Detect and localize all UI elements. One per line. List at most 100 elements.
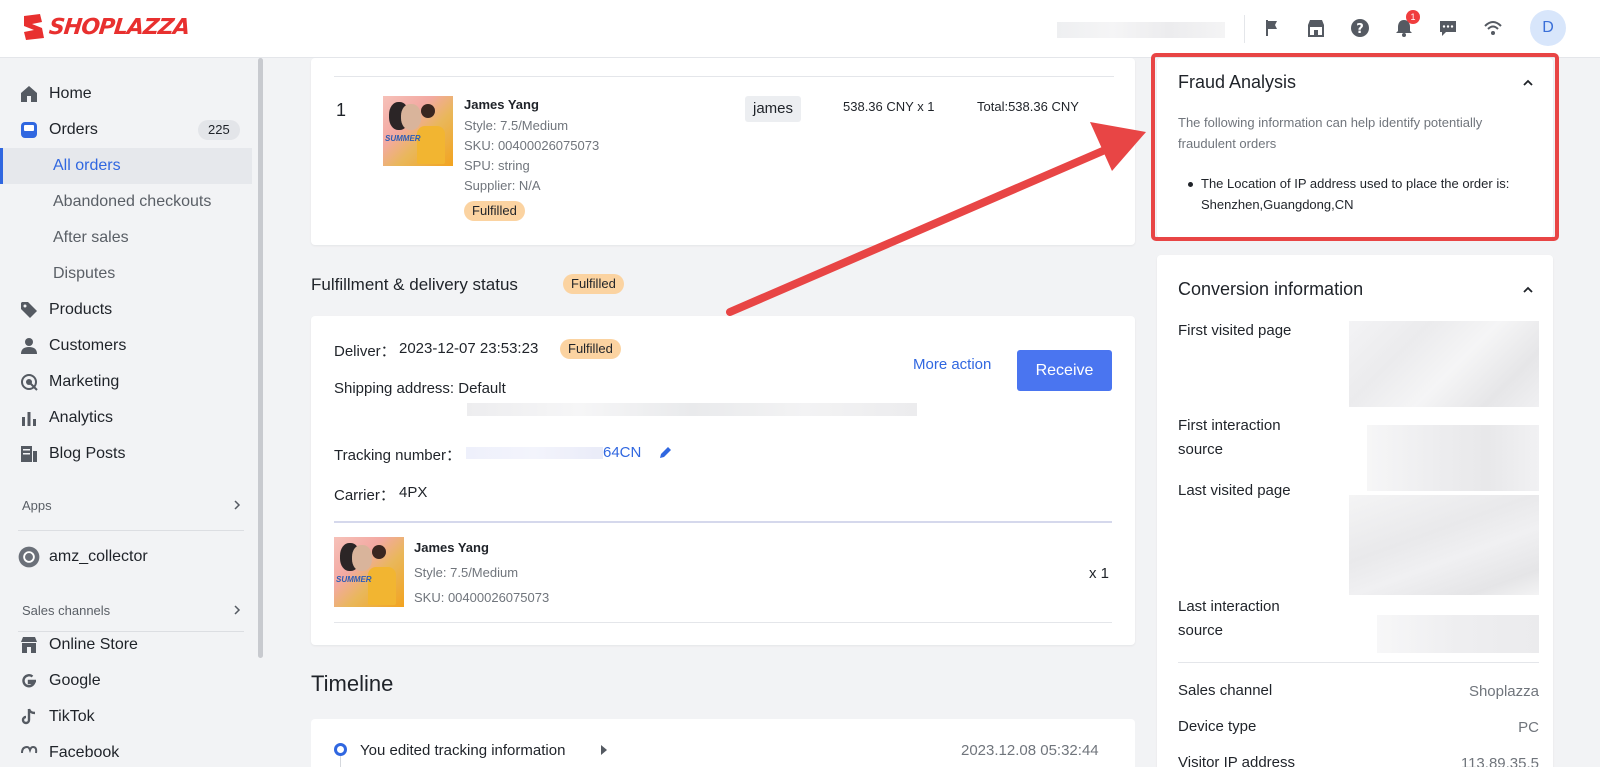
caret-right-icon[interactable] xyxy=(599,744,609,756)
sidebar-item-abandoned-checkouts[interactable]: Abandoned checkouts xyxy=(0,184,252,220)
wifi-icon[interactable] xyxy=(1481,16,1505,40)
item-index: 1 xyxy=(336,100,347,120)
avatar[interactable]: D xyxy=(1530,10,1566,46)
product-sku: SKU: 00400026075073 xyxy=(464,138,600,153)
blog-icon xyxy=(21,446,37,462)
fulfilled-item-name[interactable]: James Yang xyxy=(414,540,489,555)
sidebar-item-label: Online Store xyxy=(49,636,138,653)
fulfilled-item-qty: x 1 xyxy=(1089,565,1110,582)
tiktok-icon xyxy=(21,708,36,725)
sidebar-item-label: Facebook xyxy=(49,744,120,761)
sidebar-item-products[interactable]: Products xyxy=(0,292,252,328)
receive-button[interactable]: Receive xyxy=(1017,350,1112,391)
timeline-event-time: 2023.12.08 05:32:44 xyxy=(961,742,1099,759)
shipping-address: Shipping address: Default xyxy=(334,380,506,397)
last-interaction-label: Last interaction source xyxy=(1178,598,1280,639)
store-icon xyxy=(21,637,37,653)
notification-badge: 1 xyxy=(1406,10,1420,24)
fraud-highlight-box xyxy=(1151,53,1559,241)
fulfilled-item-style: Style: 7.5/Medium xyxy=(414,565,519,580)
sidebar-item-facebook[interactable]: Facebook xyxy=(0,735,252,767)
chevron-right-icon[interactable] xyxy=(232,500,242,510)
flag-icon[interactable] xyxy=(1260,16,1284,40)
conversion-card: Conversion information First visited pag… xyxy=(1157,255,1553,767)
shoplazza-logo[interactable]: SHOPLAZZA xyxy=(20,12,191,42)
sidebar-item-label: Products xyxy=(49,301,113,318)
sidebar-item-label: Orders xyxy=(49,121,98,138)
store-icon[interactable] xyxy=(1304,16,1328,40)
sidebar-item-home[interactable]: Home xyxy=(0,76,252,112)
timeline-card: You edited tracking information 2023.12.… xyxy=(311,719,1135,767)
card-divider xyxy=(1178,662,1539,663)
sidebar-item-amz-collector[interactable]: amz_collector xyxy=(0,539,252,575)
last-visited-redacted xyxy=(1349,495,1539,595)
sidebar-item-label: Google xyxy=(49,672,101,689)
app-icon xyxy=(18,546,40,568)
sales-channels-section-label: Sales channels xyxy=(22,603,111,618)
first-interaction-label: First interaction source xyxy=(1178,417,1281,458)
sidebar-item-orders[interactable]: Orders 225 xyxy=(0,112,252,148)
fulfillment-card: Deliver： 2023-12-07 23:53:23 Fulfilled S… xyxy=(311,316,1135,645)
last-interaction-redacted xyxy=(1377,615,1539,653)
orders-count-badge: 225 xyxy=(198,120,240,140)
sidebar-item-online-store[interactable]: Online Store xyxy=(0,627,252,663)
sidebar-item-marketing[interactable]: Marketing xyxy=(0,364,252,400)
product-supplier: Supplier: N/A xyxy=(464,178,541,193)
sidebar-item-all-orders[interactable]: All orders xyxy=(0,148,252,184)
sales-channel-value: Shoplazza xyxy=(1468,683,1539,700)
sidebar-item-disputes[interactable]: Disputes xyxy=(0,256,252,292)
store-name-redacted xyxy=(1057,22,1225,38)
last-visited-label: Last visited page xyxy=(1178,482,1291,499)
sidebar-item-google[interactable]: Google xyxy=(0,663,252,699)
product-thumbnail[interactable]: SUMMER xyxy=(383,96,453,166)
timeline-title: Timeline xyxy=(311,671,394,696)
chevron-up-icon[interactable] xyxy=(1521,283,1535,297)
card-divider xyxy=(334,521,1112,523)
sidebar-scrollbar[interactable] xyxy=(258,58,263,658)
conversion-title: Conversion information xyxy=(1178,279,1364,299)
item-total: Total:538.36 CNY xyxy=(977,99,1079,114)
timeline-line xyxy=(340,756,341,767)
sidebar-item-label: Marketing xyxy=(49,373,120,390)
top-bar: SHOPLAZZA ? 1 D xyxy=(0,0,1600,58)
card-divider xyxy=(334,76,1114,77)
logo-mark-icon xyxy=(24,14,44,40)
chevron-right-icon[interactable] xyxy=(232,605,242,615)
sidebar-item-label: All orders xyxy=(53,157,121,174)
orders-icon xyxy=(21,122,37,138)
timeline-event-text: You edited tracking information xyxy=(360,742,566,759)
sidebar-item-label: Disputes xyxy=(53,265,116,282)
marketing-icon xyxy=(21,374,38,391)
shipping-address-redacted xyxy=(467,403,917,416)
sidebar-item-blog-posts[interactable]: Blog Posts xyxy=(0,436,252,472)
sidebar-item-label: amz_collector xyxy=(49,548,148,565)
person-icon xyxy=(21,338,37,354)
more-action-button[interactable]: More action xyxy=(913,356,991,373)
fulfillment-title: Fulfillment & delivery status xyxy=(311,275,518,294)
bell-icon[interactable]: 1 xyxy=(1392,10,1420,40)
tag-icon xyxy=(21,302,37,318)
sidebar-item-after-sales[interactable]: After sales xyxy=(0,220,252,256)
sidebar-item-label: Abandoned checkouts xyxy=(53,193,212,210)
svg-text:?: ? xyxy=(1356,22,1364,37)
help-icon[interactable]: ? xyxy=(1348,16,1372,40)
sidebar-item-tiktok[interactable]: TikTok xyxy=(0,699,252,735)
brand-name: SHOPLAZZA xyxy=(47,14,191,40)
product-style: Style: 7.5/Medium xyxy=(464,118,569,133)
device-type-value: PC xyxy=(1518,719,1539,736)
sidebar-item-customers[interactable]: Customers xyxy=(0,328,252,364)
device-type-label: Device type xyxy=(1178,718,1257,735)
sidebar: Home Orders 225 All orders Abandoned che… xyxy=(0,58,262,767)
sidebar-item-analytics[interactable]: Analytics xyxy=(0,400,252,436)
chat-icon[interactable] xyxy=(1436,16,1460,40)
tracking-number-link[interactable]: 64CN xyxy=(603,444,641,461)
sidebar-item-label: Customers xyxy=(49,337,127,354)
status-badge: Fulfilled xyxy=(464,201,525,221)
edit-icon[interactable] xyxy=(658,445,673,460)
facebook-icon xyxy=(21,745,38,754)
fulfillment-status-badge: Fulfilled xyxy=(563,274,624,294)
carrier-label: Carrier： xyxy=(334,487,395,504)
product-thumbnail[interactable]: SUMMER xyxy=(334,537,404,607)
product-name[interactable]: James Yang xyxy=(464,97,539,112)
home-icon xyxy=(21,86,37,102)
